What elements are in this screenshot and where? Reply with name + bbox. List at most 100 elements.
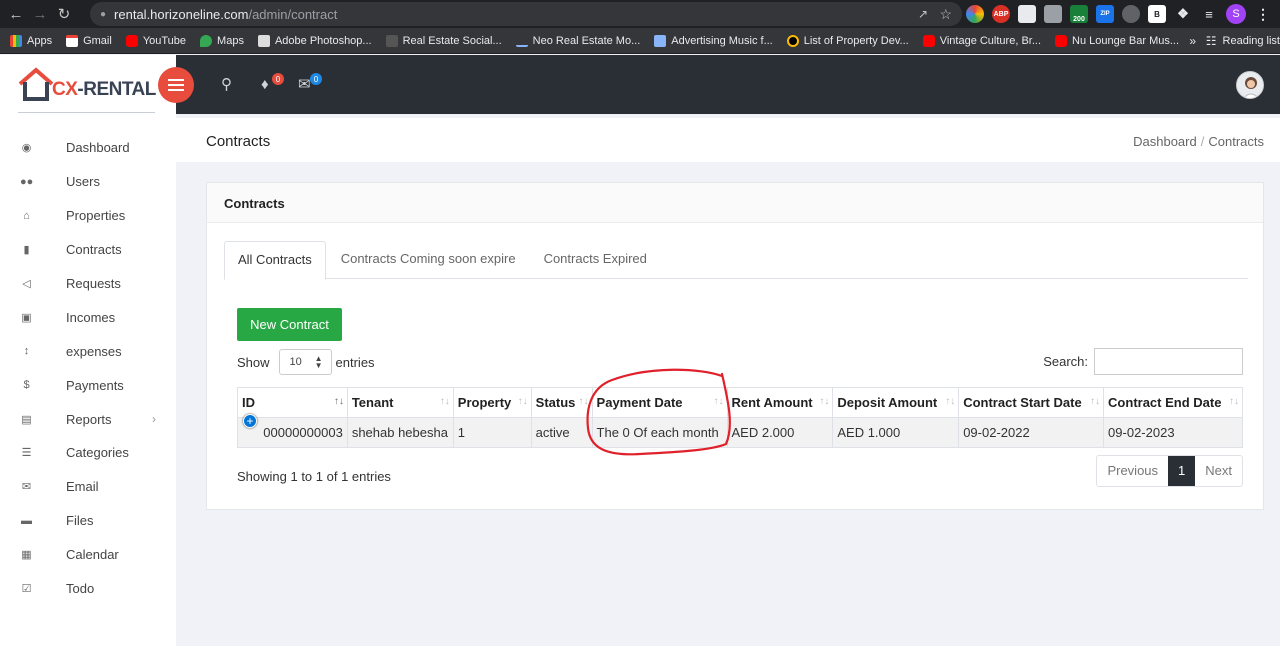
page-length-control: Show 10 ▲ ▼ entries (237, 349, 375, 375)
sidebar-item-contracts[interactable]: ▮ Contracts (0, 233, 176, 267)
pagination: Previous 1 Next (1096, 455, 1243, 487)
youtube-icon (922, 34, 935, 47)
url-host: rental.horizoneline.com (114, 6, 249, 22)
page-length-select[interactable]: 10 ▲ ▼ (278, 349, 332, 375)
col-property[interactable]: Property ↑↓ (452, 387, 532, 418)
card-title: Contracts (207, 183, 1263, 223)
bookmark-item[interactable]: Vintage Culture, Br... (922, 34, 1041, 47)
sidebar-item-todo[interactable]: ☑ Todo (0, 572, 176, 606)
profile-avatar[interactable]: S (1226, 4, 1246, 24)
home-icon: ⌂ (23, 209, 30, 222)
list-icon: ☰ (21, 447, 32, 460)
bookmark-item[interactable]: Advertising Music f... (654, 34, 773, 47)
mail-icon[interactable]: ✉ (298, 75, 311, 93)
maps-pin-icon (200, 34, 213, 47)
reading-list[interactable]: ☷ Reading list (1206, 34, 1280, 48)
sidebar-item-email[interactable]: ✉ Email (0, 470, 176, 504)
bookmark-item[interactable]: Apps (10, 34, 52, 47)
zip-icon[interactable]: ZIP (1096, 5, 1114, 23)
user-avatar[interactable] (1236, 71, 1264, 99)
mail-badge: 0 (310, 73, 322, 85)
col-status[interactable]: Status ↑↓ (530, 387, 593, 418)
share-icon[interactable]: ↗ (918, 7, 928, 21)
new-contract-button[interactable]: New Contract (237, 308, 342, 341)
back-icon[interactable]: ← (4, 2, 28, 26)
bookmark-item[interactable]: Nu Lounge Bar Mus... (1055, 34, 1179, 47)
sort-icon: ↑↓ (578, 396, 589, 407)
show-label: Show (237, 354, 270, 370)
money-icon: ▣ (21, 311, 32, 324)
bookmark-item[interactable]: Real Estate Social... (385, 34, 502, 47)
circle-icon (786, 34, 799, 47)
bookmark-item[interactable]: Gmail (66, 34, 112, 47)
adblock-icon[interactable]: ABP (992, 5, 1010, 23)
search-icon[interactable]: ⚲ (221, 75, 232, 93)
sort-icon: ↑↓ (517, 396, 528, 407)
sidebar-toggle-button[interactable] (158, 67, 194, 103)
next-page-button[interactable]: Next (1195, 456, 1242, 486)
bookmark-item[interactable]: List of Property Dev... (786, 34, 909, 47)
col-id[interactable]: ID ↑↓ (237, 387, 348, 418)
tab-coming-soon-expire[interactable]: Contracts Coming soon expire (328, 241, 529, 278)
address-bar[interactable]: ● rental.horizoneline.com/admin/contract… (90, 2, 962, 26)
cursor-extension-icon[interactable] (1122, 5, 1140, 23)
color-extension-icon[interactable] (966, 5, 984, 23)
breadcrumb-dashboard[interactable]: Dashboard (1133, 134, 1197, 149)
sidebar-item-dashboard[interactable]: ◉ Dashboard (0, 131, 176, 165)
search-label: Search: (1043, 354, 1088, 369)
menu-dots-icon[interactable]: ⋮ (1254, 5, 1272, 23)
col-tenant[interactable]: Tenant ↑↓ (346, 387, 454, 418)
col-start-date[interactable]: Contract Start Date ↑↓ (958, 387, 1105, 418)
col-deposit-amount[interactable]: Deposit Amount ↑↓ (832, 387, 960, 418)
sidebar-item-calendar[interactable]: ▦ Calendar (0, 538, 176, 572)
app-logo[interactable]: CX-RENTAL (18, 67, 156, 101)
bookmark-item[interactable]: YouTube (125, 34, 186, 47)
camera-icon[interactable] (1044, 5, 1062, 23)
table-search: Search: (1043, 348, 1243, 375)
reload-icon[interactable]: ↻ (52, 2, 76, 26)
menu-lines-icon (168, 79, 184, 91)
sidebar-item-categories[interactable]: ☰ Categories (0, 436, 176, 470)
row-expand-icon[interactable]: + (243, 414, 257, 428)
puzzle-icon[interactable]: ❖ (1174, 5, 1192, 23)
media-icon[interactable]: ≡ (1200, 5, 1218, 23)
col-end-date[interactable]: Contract End Date ↑↓ (1103, 387, 1243, 418)
forward-icon[interactable]: → (28, 2, 52, 26)
bookmarks-more-icon[interactable]: » (1189, 34, 1196, 48)
book-icon: ▮ (23, 244, 30, 257)
search-input[interactable] (1094, 348, 1243, 375)
tab-expired[interactable]: Contracts Expired (531, 241, 660, 278)
cell-payment-date: The 0 Of each month (591, 417, 728, 448)
bookmark-item[interactable]: Neo Real Estate Mo... (515, 35, 640, 47)
bookmark-star-icon[interactable]: ☆ (939, 6, 952, 23)
table-row[interactable]: 00000000003 shehab hebesha 1 active The … (237, 417, 1243, 448)
bookmark-item[interactable]: Adobe Photoshop... (257, 34, 372, 47)
sort-icon: ↑↓ (333, 396, 344, 407)
sidebar-item-users[interactable]: ●● Users (0, 165, 176, 199)
tab-all-contracts[interactable]: All Contracts (224, 241, 326, 280)
sidebar-item-requests[interactable]: ◁ Requests (0, 267, 176, 301)
table-header-row: ID ↑↓ Tenant ↑↓ Property ↑↓ Status ↑↓ Paymen… (237, 387, 1243, 418)
counter-extension-icon[interactable]: 200 (1070, 5, 1088, 23)
bell-icon[interactable]: ♦ (261, 76, 269, 93)
house-logo-icon (18, 67, 54, 101)
sort-icon: ↑↓ (819, 396, 830, 407)
bookmark-item[interactable]: Maps (200, 34, 244, 47)
col-rent-amount[interactable]: Rent Amount ↑↓ (726, 387, 834, 418)
sidebar-item-expenses[interactable]: ↕ expenses (0, 334, 176, 368)
sort-icon: ↑↓ (1090, 396, 1101, 407)
b-extension-icon[interactable]: B (1148, 5, 1166, 23)
sidebar-item-incomes[interactable]: ▣ Incomes (0, 300, 176, 334)
page-1-button[interactable]: 1 (1168, 456, 1196, 486)
sidebar-item-properties[interactable]: ⌂ Properties (0, 199, 176, 233)
sidebar-item-payments[interactable]: $ Payments (0, 368, 176, 402)
sidebar-item-reports[interactable]: ▤ Reports › (0, 402, 176, 436)
chevron-right-icon: › (152, 412, 156, 427)
photoshop-icon (257, 34, 270, 47)
reading-list-icon: ☷ (1205, 34, 1217, 48)
col-payment-date[interactable]: Payment Date ↑↓ (591, 387, 728, 418)
sidebar-item-files[interactable]: ▬ Files (0, 504, 176, 538)
previous-page-button[interactable]: Previous (1097, 456, 1168, 486)
extension-icon[interactable] (1018, 5, 1036, 23)
gmail-icon (66, 34, 79, 47)
